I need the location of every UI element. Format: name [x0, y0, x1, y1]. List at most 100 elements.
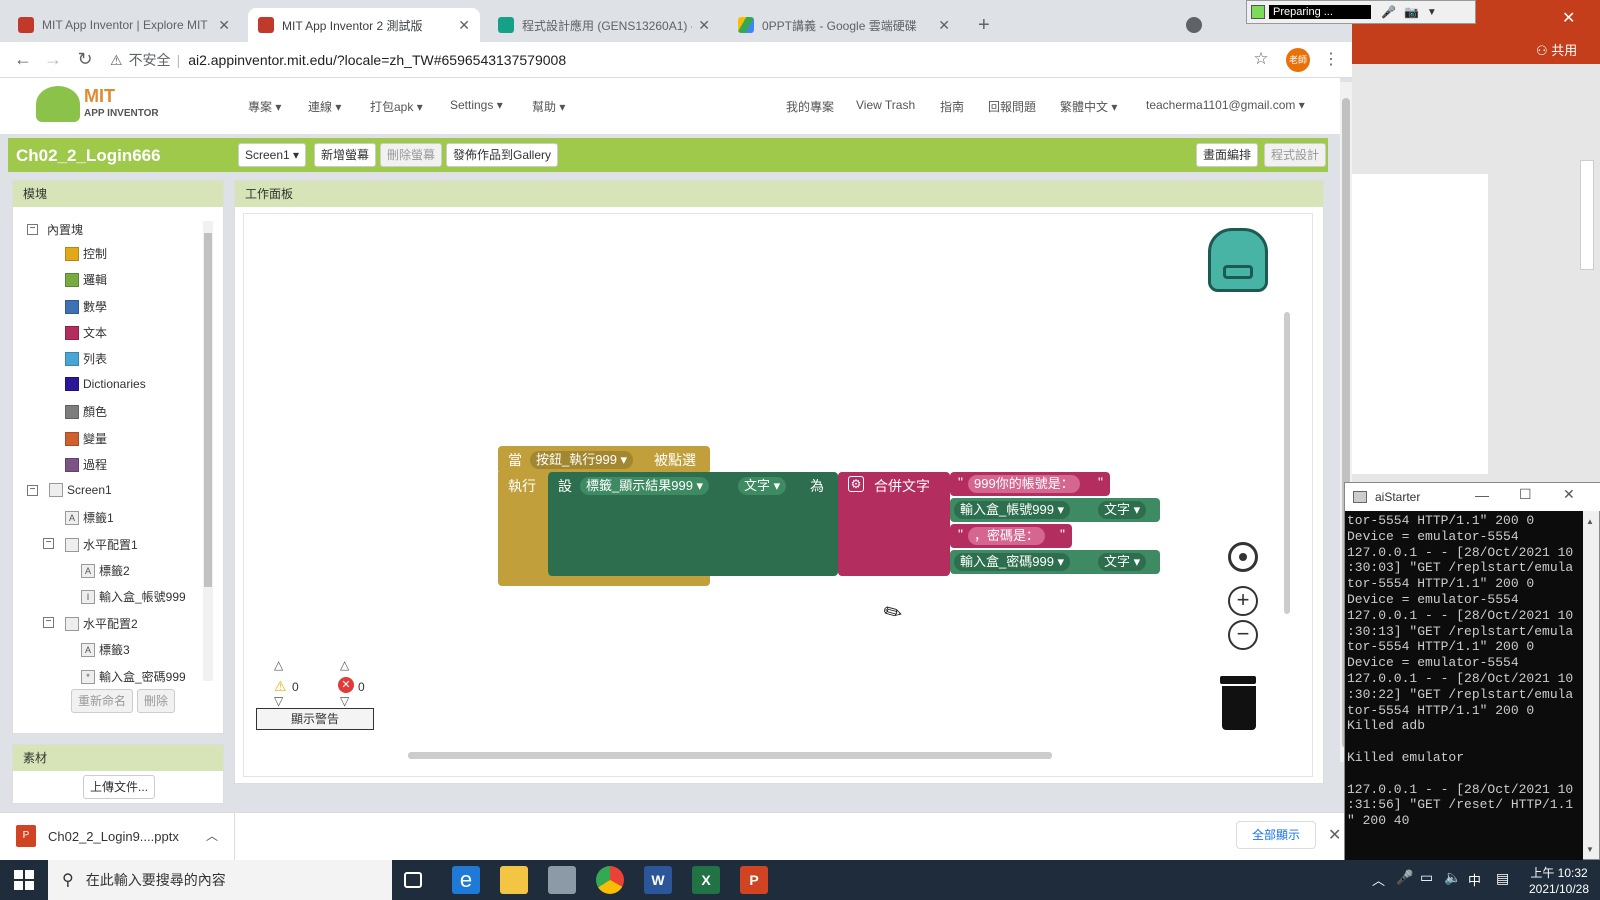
app-icon[interactable] [548, 866, 576, 894]
show-all-downloads-button[interactable]: 全部顯示 [1236, 821, 1316, 849]
category-lists[interactable]: 列表 [65, 350, 107, 367]
file-explorer-icon[interactable] [500, 866, 528, 894]
tab-google-drive[interactable]: 0PPT講義 - Google 雲端硬碟 ✕ [728, 8, 960, 42]
tab-search-icon[interactable] [1186, 17, 1202, 33]
tree-scrollbar[interactable] [203, 221, 213, 681]
scrollbar[interactable] [1580, 160, 1594, 270]
powerpoint-icon[interactable]: P [740, 866, 768, 894]
tree-label3[interactable]: A 標籤3 [81, 641, 130, 658]
getter-property-dropdown[interactable]: 文字 ▾ [1098, 553, 1147, 571]
upload-file-button[interactable]: 上傳文件... [83, 775, 156, 799]
blocks-canvas[interactable]: 當 按鈕_執行999 ▾ 被點選 執行 設 標籤_顯示結果999 ▾ 文字 ▾ … [243, 213, 1313, 777]
language-menu[interactable]: 繁體中文 ▾ [1060, 98, 1117, 115]
my-projects-link[interactable]: 我的專案 [786, 98, 834, 115]
guide-link[interactable]: 指南 [940, 98, 964, 115]
event-block-body[interactable]: 執行 [498, 472, 548, 584]
close-tab-icon[interactable]: ✕ [218, 17, 230, 34]
getter-property-dropdown[interactable]: 文字 ▾ [1098, 501, 1147, 519]
bookmark-star-icon[interactable]: ☆ [1250, 49, 1272, 69]
minimize-icon[interactable]: — [1475, 487, 1489, 503]
download-file-name[interactable]: Ch02_2_Login9....pptx [48, 829, 179, 844]
set-component-dropdown[interactable]: 標籤_顯示結果999 ▾ [580, 477, 710, 495]
network-icon[interactable]: ▭ [1420, 869, 1433, 886]
tab-mit-explore[interactable]: MIT App Inventor | Explore MIT ✕ [8, 8, 240, 42]
close-window-icon[interactable]: ✕ [1563, 486, 1575, 503]
category-dictionaries[interactable]: Dictionaries [65, 377, 146, 391]
chevron-up-icon[interactable]: ︿ [206, 827, 218, 844]
warning-down-arrow-icon[interactable]: ▽ [274, 694, 283, 708]
event-component-dropdown[interactable]: 按鈕_執行999 ▾ [530, 451, 634, 469]
share-button[interactable]: ⚇ 共用 [1536, 40, 1577, 59]
account-text-getter-block[interactable]: 輸入盒_帳號999 ▾ 文字 ▾ [950, 498, 1160, 522]
category-text[interactable]: 文本 [65, 324, 107, 341]
text-string-block-2[interactable]: " ，密碼是： " [950, 524, 1072, 548]
zoom-out-icon[interactable]: − [1228, 620, 1258, 650]
set-label-text-block[interactable]: 設 標籤_顯示結果999 ▾ 文字 ▾ 為 [548, 472, 838, 576]
collapse-builtin-icon[interactable]: − [27, 224, 38, 235]
password-text-getter-block[interactable]: 輸入盒_密碼999 ▾ 文字 ▾ [950, 550, 1160, 574]
address-bar[interactable]: ⚠ 不安全 | ai2.appinventor.mit.edu/?locale=… [110, 47, 1260, 73]
tree-screen1[interactable]: Screen1 [49, 483, 112, 497]
windows-start-icon[interactable] [14, 870, 34, 890]
new-tab-button[interactable]: + [978, 14, 990, 37]
account-menu[interactable]: teacherma1101@gmail.com ▾ [1146, 98, 1305, 112]
designer-button[interactable]: 畫面編排 [1196, 143, 1259, 167]
zoom-in-icon[interactable]: + [1228, 586, 1258, 616]
scroll-down-icon[interactable]: ▼ [1586, 845, 1594, 854]
collapse-hlayout2-icon[interactable]: − [43, 617, 54, 628]
remove-screen-button[interactable]: 刪除螢幕 [380, 143, 443, 167]
menu-build[interactable]: 打包apk ▾ [370, 98, 423, 115]
gear-icon[interactable]: ⚙ [848, 476, 864, 492]
profile-avatar[interactable]: 老師 [1286, 48, 1310, 72]
menu-help[interactable]: 幫助 ▾ [532, 98, 565, 115]
close-tab-icon[interactable]: ✕ [698, 17, 710, 34]
report-issue-link[interactable]: 回報問題 [988, 98, 1036, 115]
canvas-vertical-scrollbar[interactable] [1284, 312, 1290, 614]
error-up-arrow-icon[interactable]: △ [340, 658, 349, 672]
category-variables[interactable]: 變量 [65, 430, 107, 447]
forward-icon[interactable]: → [42, 49, 64, 70]
ime-indicator[interactable]: 中 [1468, 870, 1481, 889]
blocks-button[interactable]: 程式設計 [1264, 143, 1327, 167]
reload-icon[interactable]: ↻ [74, 49, 96, 70]
tree-password-input[interactable]: * 輸入盒_密碼999 [81, 668, 186, 685]
word-icon[interactable]: W [644, 866, 672, 894]
menu-connect[interactable]: 連線 ▾ [308, 98, 341, 115]
text-string-value[interactable]: ，密碼是： [968, 527, 1046, 545]
close-window-icon[interactable]: ✕ [1562, 8, 1575, 28]
close-downloads-icon[interactable]: ✕ [1328, 825, 1341, 845]
scroll-up-icon[interactable]: ▲ [1586, 517, 1594, 526]
backpack-icon[interactable] [1208, 228, 1268, 292]
publish-gallery-button[interactable]: 發佈作品到Gallery [446, 143, 559, 167]
tab-course[interactable]: 程式設計應用 (GENS13260A1) - ✕ [488, 8, 720, 42]
delete-button[interactable]: 刪除 [137, 689, 176, 713]
category-colors[interactable]: 顏色 [65, 403, 107, 420]
menu-settings[interactable]: Settings ▾ [450, 98, 503, 112]
taskbar-search-box[interactable]: ⚲ 在此輸入要搜尋的內容 [48, 860, 392, 900]
edge-icon[interactable]: e [452, 866, 480, 894]
chrome-icon[interactable] [596, 866, 624, 894]
tree-account-input[interactable]: I 輸入盒_帳號999 [81, 588, 186, 605]
screen-select[interactable]: Screen1 ▾ [238, 143, 307, 167]
canvas-horizontal-scrollbar[interactable] [408, 752, 1052, 759]
category-math[interactable]: 數學 [65, 298, 107, 315]
more-menu-icon[interactable]: ⋮ [1320, 49, 1342, 69]
microphone-icon[interactable]: 🎤 [1396, 869, 1413, 886]
clock-time[interactable]: 上午 10:32 [1524, 864, 1594, 881]
text-string-block-1[interactable]: " 999你的帳號是： " [950, 472, 1110, 496]
tab-app-inventor[interactable]: MIT App Inventor 2 測試版 ✕ [248, 8, 480, 42]
tree-label2[interactable]: A 標籤2 [81, 562, 130, 579]
camera-icon[interactable]: 📷 [1404, 5, 1419, 19]
join-text-block[interactable]: ⚙ 合併文字 [838, 472, 950, 576]
when-clicked-event-block[interactable]: 當 按鈕_執行999 ▾ 被點選 [498, 446, 710, 474]
category-logic[interactable]: 邏輯 [65, 271, 107, 288]
tree-builtin[interactable]: 內置塊 [47, 221, 83, 238]
maximize-icon[interactable]: ☐ [1519, 486, 1532, 503]
show-hidden-icons-icon[interactable]: ︿ [1372, 870, 1385, 889]
rename-button[interactable]: 重新命名 [71, 689, 134, 713]
notification-icon[interactable]: ▤ [1496, 870, 1509, 887]
view-trash-link[interactable]: View Trash [856, 98, 915, 112]
microphone-icon[interactable]: 🎤 [1381, 5, 1396, 19]
collapse-hlayout1-icon[interactable]: − [43, 538, 54, 549]
warning-up-arrow-icon[interactable]: △ [274, 658, 283, 672]
